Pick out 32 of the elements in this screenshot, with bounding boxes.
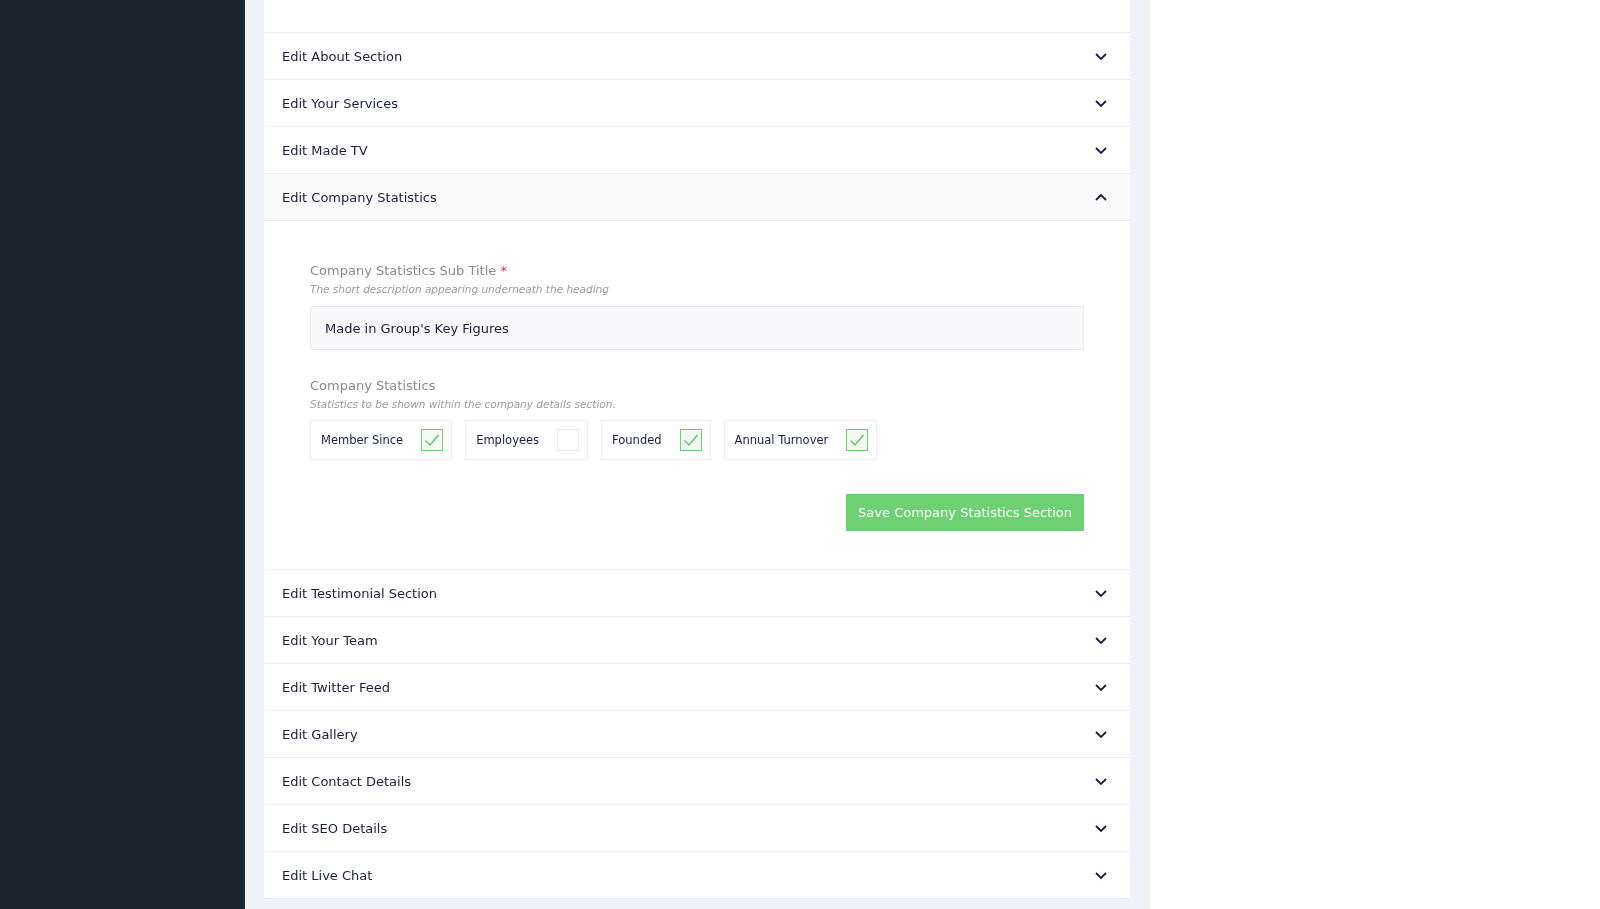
section-title: Edit Made TV (282, 142, 368, 158)
section-title: Edit Contact Details (282, 773, 412, 789)
checkbox-label: Annual Turnover (734, 433, 829, 447)
checkbox[interactable] (679, 429, 702, 451)
checkbox[interactable] (421, 429, 444, 451)
checkbox-option[interactable]: Employees (465, 420, 589, 460)
section-title: Edit Your Team (282, 632, 378, 648)
section-title: Edit Your Services (282, 95, 398, 111)
checkmark-icon (424, 433, 441, 447)
field-label: Company Statistics Sub Title * (310, 263, 508, 278)
section-title: Edit Testimonial Section (282, 585, 437, 601)
accordion-header[interactable]: Edit Company Statistics (264, 174, 1130, 221)
checkbox-option[interactable]: Founded (601, 420, 711, 460)
checkbox[interactable] (846, 429, 869, 451)
input-field[interactable]: Made in Group's Key Figures (310, 306, 1084, 350)
checkbox-option[interactable]: Member Since (310, 420, 453, 460)
field-hint: The short description appearing underneath the heading (310, 283, 610, 295)
section-title: Edit About Section (282, 48, 403, 64)
section-title: Edit Company Statistics (282, 189, 437, 205)
checkbox-label: Member Since (321, 433, 404, 447)
checkmark-icon (682, 433, 699, 447)
section-title: Edit Gallery (282, 726, 358, 742)
required-mark: * (500, 263, 507, 278)
checkbox-label: Founded (612, 433, 662, 447)
checkbox-option[interactable]: Annual Turnover (723, 420, 878, 460)
section-title: Edit Twitter Feed (282, 679, 391, 695)
field-label: Company Statistics (310, 378, 437, 393)
section-title: Edit Live Chat (282, 867, 373, 883)
checkbox-label: Employees (476, 433, 540, 447)
checkmark-icon (849, 433, 866, 447)
section-title: Edit SEO Details (282, 820, 388, 836)
field-hint: Statistics to be shown within the company details section. (310, 398, 617, 410)
